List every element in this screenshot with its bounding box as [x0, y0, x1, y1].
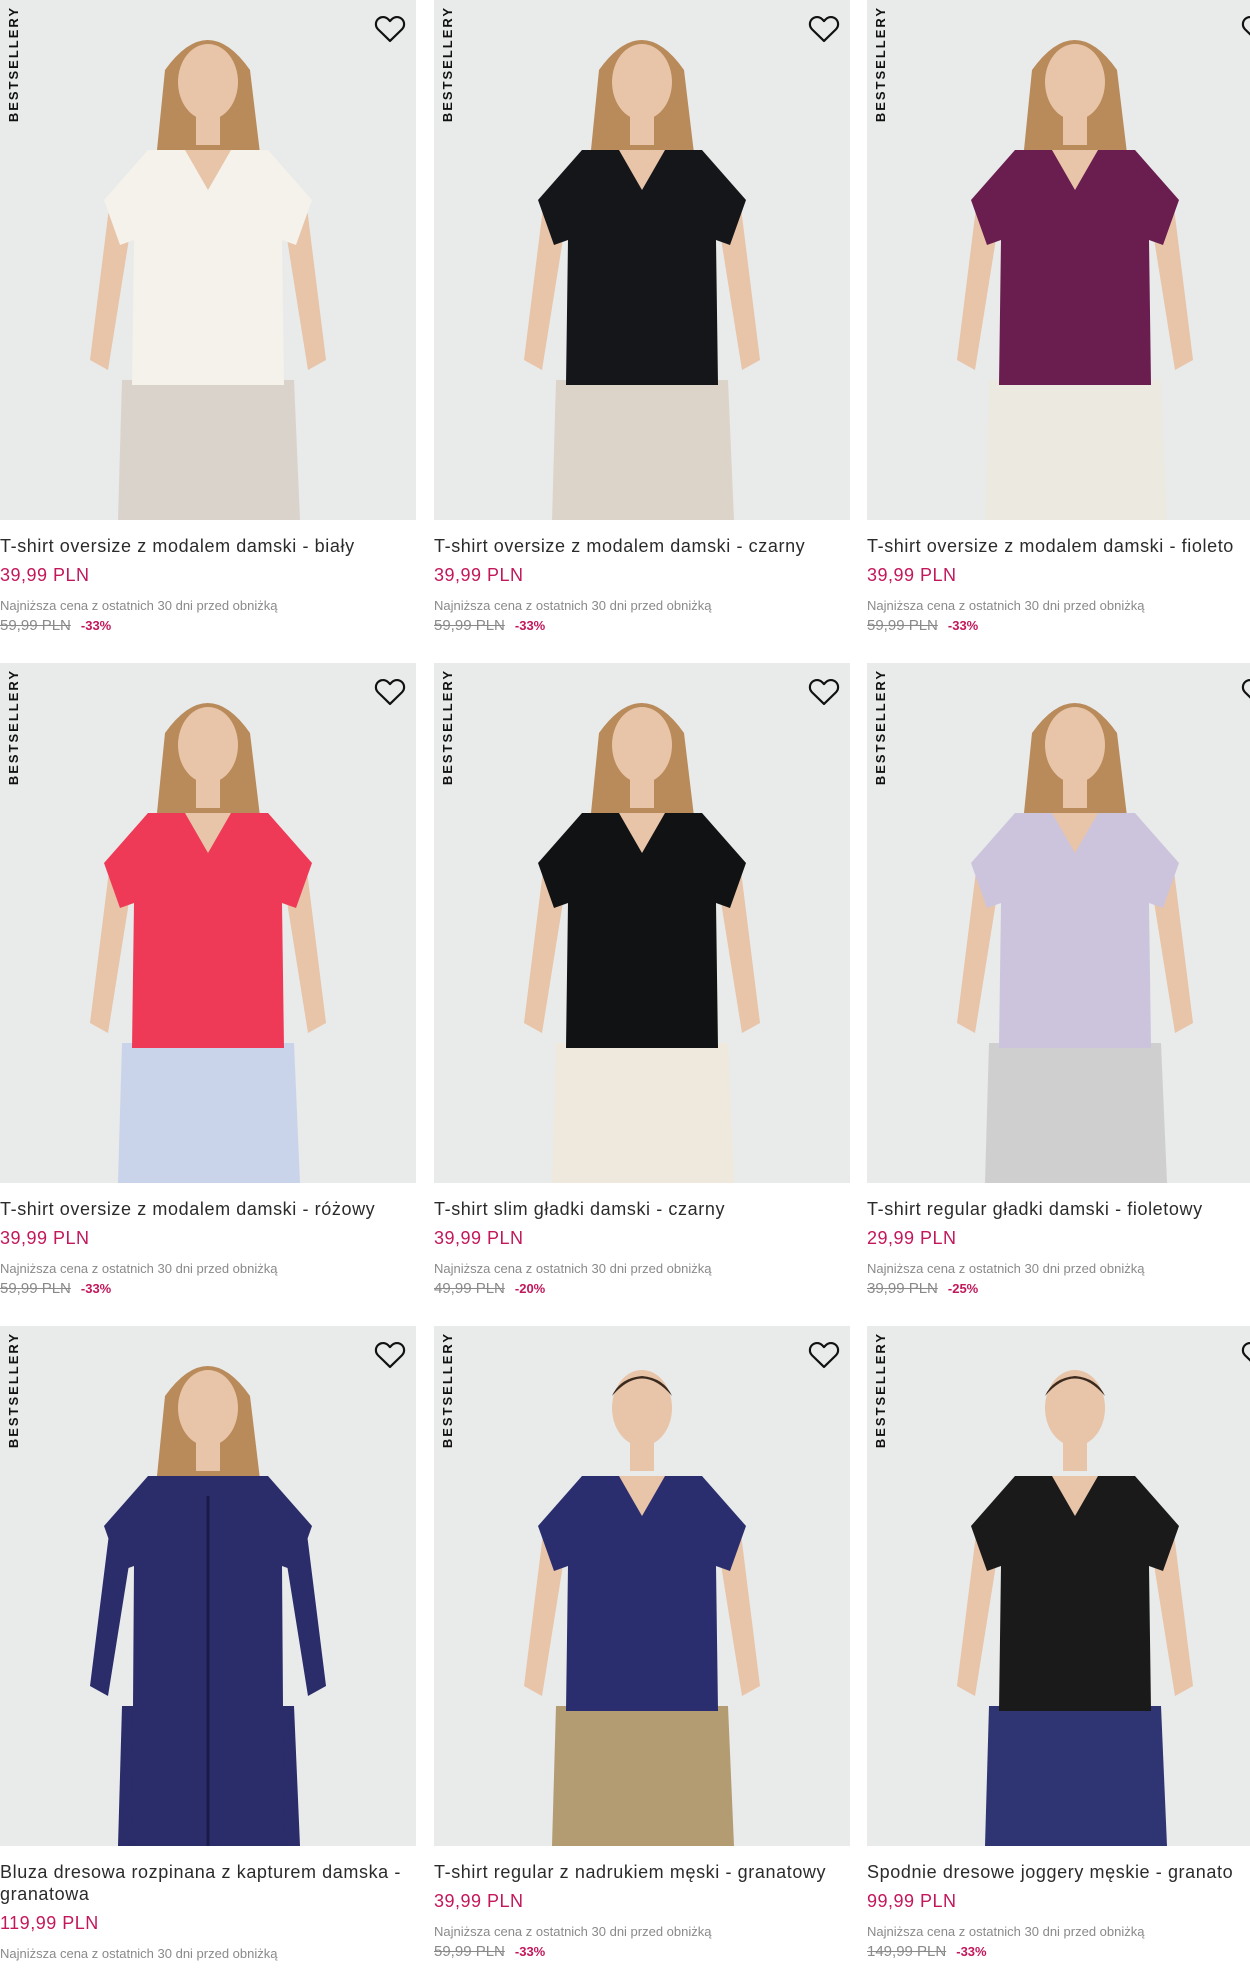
- old-price-row: 59,99 PLN -33%: [434, 617, 850, 634]
- discount-badge: -25%: [947, 1281, 979, 1296]
- heart-outline-icon[interactable]: [806, 1336, 842, 1372]
- discount-badge: -33%: [947, 618, 979, 633]
- heart-outline-icon[interactable]: [372, 1336, 408, 1372]
- old-price-row: 59,99 PLN -33%: [434, 1943, 850, 1960]
- heart-outline-icon[interactable]: [372, 10, 408, 46]
- product-title[interactable]: T-shirt oversize z modalem damski - biał…: [0, 535, 416, 557]
- product-title[interactable]: T-shirt regular z nadrukiem męski - gran…: [434, 1861, 850, 1883]
- bestseller-badge: BESTSELLERY: [6, 1332, 21, 1449]
- heart-outline-icon[interactable]: [1239, 10, 1250, 46]
- bestseller-badge: BESTSELLERY: [873, 6, 888, 123]
- product-card[interactable]: BESTSELLERY T-shirt regular z nadrukiem m…: [434, 1326, 850, 1960]
- discount-badge: -33%: [80, 618, 112, 633]
- product-card[interactable]: BESTSELLERY T-shirt regular gładki damski…: [867, 663, 1250, 1297]
- product-price: 39,99 PLN: [434, 1891, 524, 1911]
- discount-badge: -33%: [80, 1281, 112, 1296]
- product-price: 29,99 PLN: [867, 1228, 957, 1248]
- old-price: 59,99 PLN: [434, 617, 505, 634]
- old-price: 59,99 PLN: [0, 617, 71, 634]
- product-image[interactable]: BESTSELLERY: [434, 663, 850, 1183]
- old-price-row: 149,99 PLN -33%: [867, 1943, 1250, 1960]
- product-title[interactable]: Spodnie dresowe joggery męskie - granato: [867, 1861, 1250, 1883]
- product-card[interactable]: BESTSELLERY T-shirt oversize z modalem da…: [434, 0, 850, 634]
- lowest-price-note: Najniższa cena z ostatnich 30 dni przed …: [867, 598, 1145, 613]
- product-image[interactable]: BESTSELLERY: [867, 1326, 1250, 1846]
- product-title[interactable]: T-shirt regular gładki damski - fioletow…: [867, 1198, 1250, 1220]
- product-image[interactable]: BESTSELLERY: [867, 663, 1250, 1183]
- product-image[interactable]: BESTSELLERY: [867, 0, 1250, 520]
- old-price: 59,99 PLN: [867, 617, 938, 634]
- product-image[interactable]: BESTSELLERY: [434, 1326, 850, 1846]
- product-title[interactable]: T-shirt slim gładki damski - czarny: [434, 1198, 850, 1220]
- product-card[interactable]: BESTSELLERY T-shirt oversize z modalem da…: [0, 663, 416, 1297]
- old-price-row: 59,99 PLN -33%: [867, 617, 1250, 634]
- product-price: 39,99 PLN: [434, 565, 524, 585]
- lowest-price-note: Najniższa cena z ostatnich 30 dni przed …: [0, 598, 278, 613]
- bestseller-badge: BESTSELLERY: [6, 6, 21, 123]
- lowest-price-note: Najniższa cena z ostatnich 30 dni przed …: [434, 1924, 712, 1939]
- bestseller-badge: BESTSELLERY: [6, 669, 21, 786]
- discount-badge: -33%: [956, 1944, 987, 1959]
- product-card[interactable]: BESTSELLERY T-shirt slim gładki damski - …: [434, 663, 850, 1297]
- product-image[interactable]: BESTSELLERY: [0, 1326, 416, 1846]
- product-title[interactable]: T-shirt oversize z modalem damski - różo…: [0, 1198, 416, 1220]
- product-card[interactable]: BESTSELLERY T-shirt oversize z modalem da…: [867, 0, 1250, 634]
- old-price-row: 59,99 PLN -33%: [0, 1280, 416, 1297]
- product-card[interactable]: BESTSELLERY Spodnie dresowe joggery męski…: [867, 1326, 1250, 1960]
- discount-badge: -33%: [514, 1944, 546, 1959]
- old-price: 149,99 PLN: [867, 1943, 947, 1960]
- product-price: 39,99 PLN: [867, 565, 957, 585]
- bestseller-badge: BESTSELLERY: [873, 1332, 888, 1449]
- product-price: 119,99 PLN: [0, 1913, 99, 1933]
- bestseller-badge: BESTSELLERY: [440, 1332, 455, 1449]
- heart-outline-icon[interactable]: [806, 673, 842, 709]
- bestseller-badge: BESTSELLERY: [440, 669, 455, 786]
- bestseller-badge: BESTSELLERY: [873, 669, 888, 786]
- heart-outline-icon[interactable]: [1239, 673, 1250, 709]
- bestseller-badge: BESTSELLERY: [440, 6, 455, 123]
- product-title[interactable]: T-shirt oversize z modalem damski - czar…: [434, 535, 850, 557]
- product-title[interactable]: T-shirt oversize z modalem damski - fiol…: [867, 535, 1250, 557]
- discount-badge: -20%: [514, 1281, 546, 1296]
- old-price: 59,99 PLN: [434, 1943, 505, 1960]
- product-price: 39,99 PLN: [0, 1228, 90, 1248]
- lowest-price-note: Najniższa cena z ostatnich 30 dni przed …: [0, 1946, 278, 1961]
- lowest-price-note: Najniższa cena z ostatnich 30 dni przed …: [434, 598, 712, 613]
- heart-outline-icon[interactable]: [1239, 1336, 1250, 1372]
- lowest-price-note: Najniższa cena z ostatnich 30 dni przed …: [434, 1261, 712, 1276]
- old-price-row: 49,99 PLN -20%: [434, 1280, 850, 1297]
- heart-outline-icon[interactable]: [372, 673, 408, 709]
- product-image[interactable]: BESTSELLERY: [434, 0, 850, 520]
- product-price: 39,99 PLN: [0, 565, 90, 585]
- old-price-row: 59,99 PLN -33%: [0, 617, 416, 634]
- product-price: 39,99 PLN: [434, 1228, 524, 1248]
- product-image[interactable]: BESTSELLERY: [0, 0, 416, 520]
- old-price: 49,99 PLN: [434, 1280, 505, 1297]
- old-price-row: 39,99 PLN -25%: [867, 1280, 1250, 1297]
- heart-outline-icon[interactable]: [806, 10, 842, 46]
- product-image[interactable]: BESTSELLERY: [0, 663, 416, 1183]
- lowest-price-note: Najniższa cena z ostatnich 30 dni przed …: [0, 1261, 278, 1276]
- product-card[interactable]: BESTSELLERY Bluza dresowa rozpinana z kap…: [0, 1326, 416, 1961]
- discount-badge: -33%: [514, 618, 546, 633]
- lowest-price-note: Najniższa cena z ostatnich 30 dni przed …: [867, 1261, 1145, 1276]
- product-title[interactable]: Bluza dresowa rozpinana z kapturem damsk…: [0, 1861, 416, 1905]
- old-price: 39,99 PLN: [867, 1280, 938, 1297]
- product-price: 99,99 PLN: [867, 1891, 957, 1911]
- product-card[interactable]: BESTSELLERY T-shirt oversize z modalem da…: [0, 0, 416, 634]
- old-price: 59,99 PLN: [0, 1280, 71, 1297]
- lowest-price-note: Najniższa cena z ostatnich 30 dni przed …: [867, 1924, 1145, 1939]
